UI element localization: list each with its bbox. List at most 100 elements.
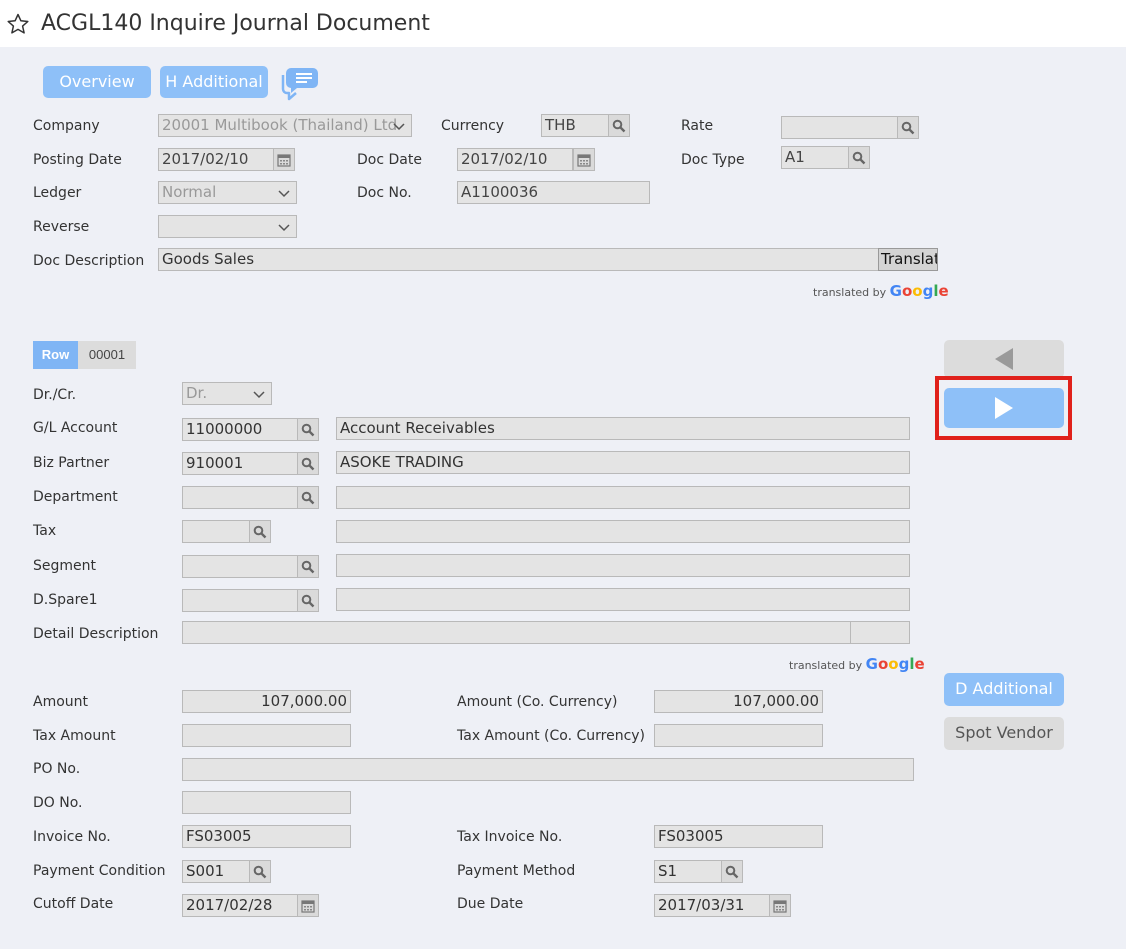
drcr-label: Dr./Cr. (33, 387, 77, 403)
drcr-value: Dr. (186, 384, 208, 402)
ledger-value: Normal (162, 183, 217, 201)
amount-co-currency-field[interactable]: 107,000.00 (654, 690, 823, 713)
segment-name-field[interactable] (336, 554, 910, 577)
detail-translate-button[interactable] (850, 621, 910, 644)
tax-invoice-no-field[interactable]: FS03005 (654, 825, 823, 848)
rate-field[interactable] (781, 116, 899, 139)
gl-account-label: G/L Account (33, 420, 118, 436)
google-logo: Google (889, 282, 949, 300)
search-icon (301, 491, 315, 504)
company-label: Company (33, 118, 100, 134)
search-icon (301, 457, 315, 470)
overview-button[interactable]: Overview (43, 66, 151, 98)
reverse-label: Reverse (33, 219, 90, 235)
posting-date-label: Posting Date (33, 152, 122, 168)
currency-field[interactable]: THB (541, 114, 609, 137)
cutoff-date-calendar-button[interactable] (297, 894, 319, 917)
reverse-select[interactable] (158, 215, 297, 238)
company-select[interactable]: 20001 Multibook (Thailand) Ltd (158, 114, 412, 137)
h-additional-button[interactable]: H Additional (160, 66, 268, 98)
calendar-icon (301, 899, 315, 913)
drcr-select[interactable]: Dr. (182, 382, 272, 405)
search-icon (725, 865, 739, 878)
amount-field[interactable]: 107,000.00 (182, 690, 351, 713)
company-value: 20001 Multibook (Thailand) Ltd (162, 116, 398, 134)
currency-label: Currency (441, 118, 505, 134)
amount-label: Amount (33, 694, 89, 710)
previous-row-button[interactable] (944, 340, 1064, 378)
biz-partner-search-button[interactable] (297, 452, 319, 475)
chevron-down-icon (278, 224, 290, 232)
tax-amount-field[interactable] (182, 724, 351, 747)
payment-condition-field[interactable]: S001 (182, 860, 250, 883)
google-logo: Google (865, 655, 925, 673)
tax-amount-co-currency-field[interactable] (654, 724, 823, 747)
doc-date-field[interactable]: 2017/02/10 (457, 148, 573, 171)
search-icon (301, 423, 315, 436)
dspare1-label: D.Spare1 (33, 592, 98, 608)
doc-type-search-button[interactable] (848, 146, 870, 169)
posting-date-field[interactable]: 2017/02/10 (158, 148, 274, 171)
po-no-field[interactable] (182, 758, 914, 781)
doc-description-field[interactable]: Goods Sales (158, 248, 880, 271)
gl-account-search-button[interactable] (297, 418, 319, 441)
payment-method-field[interactable]: S1 (654, 860, 722, 883)
doc-date-label: Doc Date (357, 152, 422, 168)
department-search-button[interactable] (297, 486, 319, 509)
due-date-field[interactable]: 2017/03/31 (654, 894, 770, 917)
payment-method-label: Payment Method (457, 863, 576, 879)
triangle-right-icon (995, 397, 1013, 419)
gl-account-code-field[interactable]: 11000000 (182, 418, 298, 441)
biz-partner-name-field[interactable]: ASOKE TRADING (336, 451, 910, 474)
search-icon (253, 525, 267, 538)
doc-type-field[interactable]: A1 (781, 146, 849, 169)
ledger-select[interactable]: Normal (158, 181, 297, 204)
biz-partner-code-field[interactable]: 910001 (182, 452, 298, 475)
doc-no-field[interactable]: A1100036 (457, 181, 650, 204)
comment-icon[interactable] (279, 63, 321, 101)
department-name-field[interactable] (336, 486, 910, 509)
detail-description-field[interactable] (182, 621, 852, 644)
next-row-button[interactable] (944, 388, 1064, 428)
translate-button[interactable]: Translat (878, 248, 938, 271)
segment-code-field[interactable] (182, 555, 298, 578)
row-label: Row (33, 341, 78, 369)
search-icon (301, 594, 315, 607)
tax-code-field[interactable] (182, 520, 250, 543)
cutoff-date-field[interactable]: 2017/02/28 (182, 894, 298, 917)
tax-label: Tax (33, 523, 57, 539)
gl-account-name-field[interactable]: Account Receivables (336, 417, 910, 440)
payment-condition-search-button[interactable] (249, 860, 271, 883)
department-code-field[interactable] (182, 486, 298, 509)
title-bar: ACGL140 Inquire Journal Document (0, 0, 1126, 47)
tax-amount-co-currency-label: Tax Amount (Co. Currency) (457, 728, 646, 744)
doc-description-label: Doc Description (33, 253, 145, 269)
tax-name-field[interactable] (336, 520, 910, 543)
posting-date-calendar-button[interactable] (273, 148, 295, 171)
doc-date-calendar-button[interactable] (573, 148, 595, 171)
payment-method-search-button[interactable] (721, 860, 743, 883)
page-title: ACGL140 Inquire Journal Document (41, 11, 430, 36)
d-additional-button[interactable]: D Additional (944, 673, 1064, 706)
search-icon (901, 121, 915, 134)
amount-co-currency-label: Amount (Co. Currency) (457, 694, 618, 710)
chevron-down-icon (393, 123, 405, 131)
due-date-calendar-button[interactable] (769, 894, 791, 917)
do-no-label: DO No. (33, 795, 83, 811)
spot-vendor-button[interactable]: Spot Vendor (944, 717, 1064, 750)
search-icon (852, 151, 866, 164)
segment-search-button[interactable] (297, 555, 319, 578)
star-icon[interactable] (6, 12, 30, 36)
do-no-field[interactable] (182, 791, 351, 814)
dspare1-code-field[interactable] (182, 589, 298, 612)
dspare1-search-button[interactable] (297, 589, 319, 612)
currency-search-button[interactable] (608, 114, 630, 137)
rate-search-button[interactable] (897, 116, 919, 139)
invoice-no-label: Invoice No. (33, 829, 111, 845)
dspare1-name-field[interactable] (336, 588, 910, 611)
tax-amount-label: Tax Amount (33, 728, 116, 744)
tax-search-button[interactable] (249, 520, 271, 543)
department-label: Department (33, 489, 118, 505)
calendar-icon (577, 153, 591, 167)
invoice-no-field[interactable]: FS03005 (182, 825, 351, 848)
